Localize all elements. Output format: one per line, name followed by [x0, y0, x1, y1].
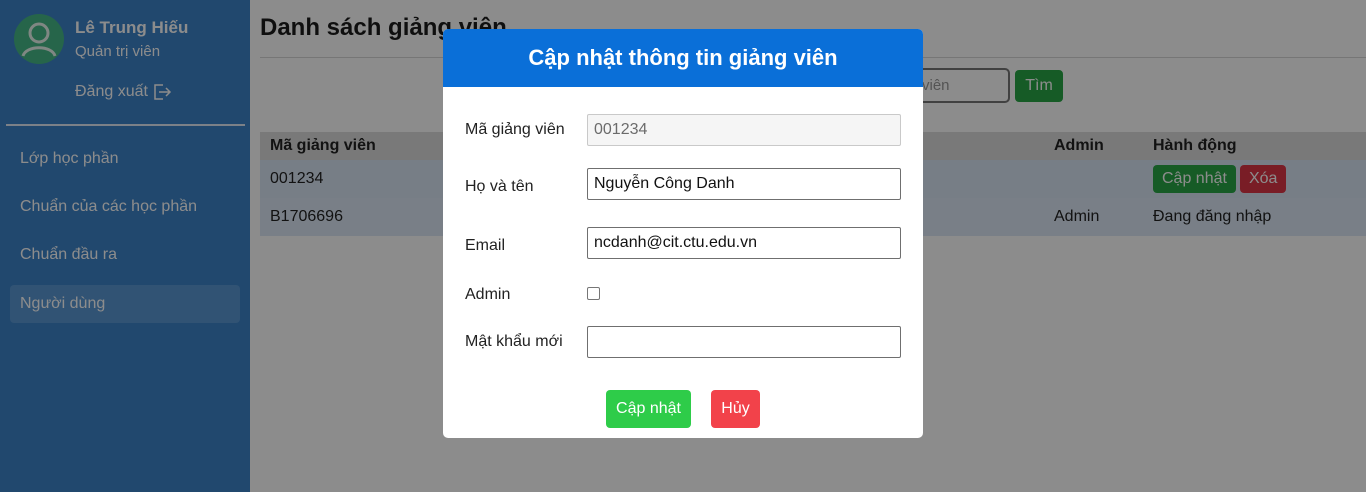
admin-checkbox[interactable] [587, 287, 600, 300]
update-lecturer-modal: Cập nhật thông tin giảng viên Mã giảng v… [443, 29, 923, 438]
id-field: 001234 [587, 114, 901, 146]
password-field[interactable] [587, 326, 901, 358]
name-label: Họ và tên [465, 178, 534, 195]
email-label: Email [465, 237, 506, 254]
admin-label: Admin [465, 286, 511, 303]
password-label: Mật khẩu mới [465, 333, 563, 350]
id-label: Mã giảng viên [465, 121, 565, 138]
cancel-button[interactable]: Hủy [711, 390, 760, 428]
save-button[interactable]: Cập nhật [606, 390, 691, 428]
email-field[interactable]: ncdanh@cit.ctu.edu.vn [587, 227, 901, 259]
name-field[interactable]: Nguyễn Công Danh [587, 168, 901, 200]
modal-title: Cập nhật thông tin giảng viên [443, 29, 923, 87]
